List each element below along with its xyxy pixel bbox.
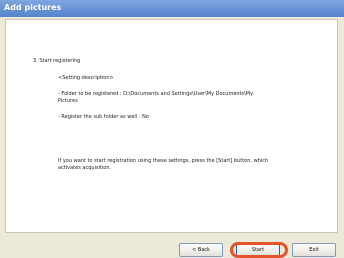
setting-description-label: <Setting description> bbox=[58, 75, 114, 81]
button-bar: < Back Start Exit bbox=[0, 233, 344, 258]
exit-button[interactable]: Exit bbox=[292, 243, 336, 257]
subfolder-setting: - Register the sub folder as well : No bbox=[58, 114, 149, 120]
folder-line-2: Pictures bbox=[58, 98, 78, 104]
back-button[interactable]: < Back bbox=[179, 243, 223, 257]
instruction-line-1: If you want to start registration using … bbox=[58, 158, 269, 164]
instruction-line-2: activates acquisition. bbox=[58, 165, 112, 171]
folder-line-1: - Folder to be registered : D:\Documents… bbox=[58, 91, 254, 97]
title-bar: Add pictures bbox=[0, 0, 344, 17]
step-heading: 3. Start registering bbox=[33, 58, 81, 64]
content-panel: 3. Start registering <Setting descriptio… bbox=[5, 19, 338, 233]
add-pictures-dialog: Add pictures 3. Start registering <Setti… bbox=[0, 0, 344, 258]
window-title: Add pictures bbox=[4, 3, 62, 12]
start-button[interactable]: Start bbox=[236, 243, 280, 257]
